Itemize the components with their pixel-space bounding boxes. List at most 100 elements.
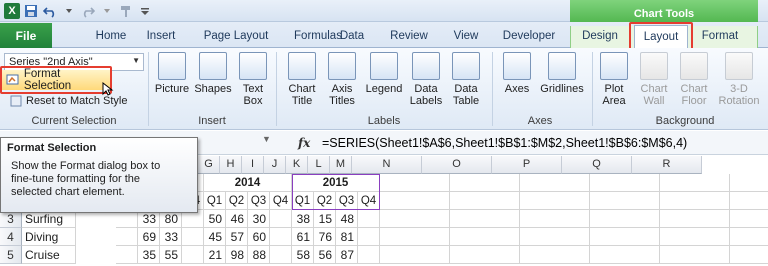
shapes-button[interactable]: Shapes xyxy=(194,52,232,95)
picture-button[interactable]: Picture xyxy=(153,52,191,95)
column-header[interactable]: O xyxy=(422,156,492,174)
data-cell[interactable] xyxy=(182,246,204,264)
data-labels-button[interactable]: Data Labels xyxy=(406,52,446,107)
column-header[interactable]: H xyxy=(220,156,242,174)
data-cell[interactable]: 46 xyxy=(226,210,248,228)
format-painter-icon[interactable] xyxy=(118,3,134,19)
empty-cell[interactable] xyxy=(660,192,730,210)
data-cell[interactable]: 35 xyxy=(138,246,160,264)
chart-wall-button[interactable]: Chart Wall xyxy=(636,52,672,107)
data-cell[interactable]: 60 xyxy=(248,228,270,246)
empty-cell[interactable] xyxy=(450,192,520,210)
year-2014-header[interactable]: 2014 xyxy=(204,174,292,192)
data-cell[interactable]: 87 xyxy=(336,246,358,264)
empty-cell[interactable] xyxy=(730,246,768,264)
tab-view[interactable]: View xyxy=(446,25,486,47)
row-label-cell[interactable]: Cruise xyxy=(22,246,76,264)
quarter-header-cell[interactable]: Q3 xyxy=(248,192,270,210)
data-cell[interactable]: 50 xyxy=(204,210,226,228)
data-cell[interactable]: 30 xyxy=(248,210,270,228)
column-header[interactable]: N xyxy=(352,156,422,174)
axes-button[interactable]: Axes xyxy=(498,52,536,95)
data-cell[interactable] xyxy=(270,228,292,246)
insert-function-icon[interactable]: fx xyxy=(298,136,310,150)
reset-to-match-style-button[interactable]: Reset to Match Style xyxy=(10,95,128,107)
column-header[interactable]: G xyxy=(198,156,220,174)
empty-cell[interactable] xyxy=(520,192,590,210)
empty-cell[interactable] xyxy=(660,210,730,228)
data-cell[interactable]: 61 xyxy=(292,228,314,246)
gridlines-button[interactable]: Gridlines xyxy=(538,52,586,95)
formula-input[interactable]: =SERIES(Sheet1!$A$6,Sheet1!$B$1:$M$2,She… xyxy=(322,136,687,150)
quarter-header-cell[interactable]: Q2 xyxy=(226,192,248,210)
redo-dropdown-icon[interactable] xyxy=(99,3,115,19)
legend-button[interactable]: Legend xyxy=(362,52,406,95)
empty-cell[interactable] xyxy=(520,210,590,228)
data-cell[interactable] xyxy=(358,246,380,264)
empty-cell[interactable] xyxy=(660,174,730,192)
empty-cell[interactable] xyxy=(380,246,450,264)
column-header[interactable]: M xyxy=(330,156,352,174)
empty-cell[interactable] xyxy=(590,192,660,210)
row-header[interactable]: 4 xyxy=(0,228,22,246)
data-cell[interactable]: 15 xyxy=(314,210,336,228)
quarter-header-cell[interactable]: Q1 xyxy=(204,192,226,210)
empty-cell[interactable] xyxy=(730,210,768,228)
data-cell[interactable]: 58 xyxy=(292,246,314,264)
data-cell[interactable] xyxy=(182,228,204,246)
tab-insert[interactable]: Insert xyxy=(136,25,186,47)
axis-titles-button[interactable]: Axis Titles xyxy=(322,52,362,107)
empty-cell[interactable] xyxy=(730,228,768,246)
tab-developer[interactable]: Developer xyxy=(494,25,564,47)
column-header[interactable]: K xyxy=(286,156,308,174)
empty-cell[interactable] xyxy=(450,210,520,228)
data-cell[interactable]: 21 xyxy=(204,246,226,264)
data-cell[interactable] xyxy=(358,228,380,246)
data-cell[interactable]: 55 xyxy=(160,246,182,264)
data-cell[interactable]: 81 xyxy=(336,228,358,246)
empty-cell[interactable] xyxy=(590,174,660,192)
tab-page-layout[interactable]: Page Layout xyxy=(196,25,276,47)
empty-cell[interactable] xyxy=(380,228,450,246)
tab-format[interactable]: Format xyxy=(698,25,742,47)
empty-cell[interactable] xyxy=(590,246,660,264)
redo-icon[interactable] xyxy=(80,3,96,19)
empty-cell[interactable] xyxy=(660,228,730,246)
empty-cell[interactable] xyxy=(450,246,520,264)
tab-data[interactable]: Data xyxy=(332,25,372,47)
data-cell[interactable] xyxy=(270,246,292,264)
empty-cell[interactable] xyxy=(660,246,730,264)
empty-cell[interactable] xyxy=(730,174,768,192)
data-cell[interactable] xyxy=(116,228,138,246)
empty-cell[interactable] xyxy=(730,192,768,210)
empty-cell[interactable] xyxy=(520,246,590,264)
plot-area-button[interactable]: Plot Area xyxy=(596,52,632,107)
data-cell[interactable]: 38 xyxy=(292,210,314,228)
row-label-cell[interactable]: Diving xyxy=(22,228,76,246)
tab-review[interactable]: Review xyxy=(384,25,434,47)
data-cell[interactable]: 88 xyxy=(248,246,270,264)
text-box-button[interactable]: Text Box xyxy=(236,52,270,107)
customize-qat-icon[interactable] xyxy=(137,3,153,19)
formula-bar-dropdown-icon[interactable]: ▼ xyxy=(262,134,271,144)
empty-cell[interactable] xyxy=(520,174,590,192)
tab-file[interactable]: File xyxy=(0,23,52,48)
data-cell[interactable]: 45 xyxy=(204,228,226,246)
undo-icon[interactable] xyxy=(42,3,58,19)
undo-dropdown-icon[interactable] xyxy=(61,3,77,19)
quarter-header-cell[interactable]: Q4 xyxy=(270,192,292,210)
column-header[interactable]: Q xyxy=(562,156,632,174)
column-header[interactable]: P xyxy=(492,156,562,174)
data-cell[interactable]: 48 xyxy=(336,210,358,228)
data-table-button[interactable]: Data Table xyxy=(446,52,486,107)
chart-title-button[interactable]: Chart Title xyxy=(282,52,322,107)
data-cell[interactable]: 76 xyxy=(314,228,336,246)
data-cell[interactable] xyxy=(270,210,292,228)
data-cell[interactable] xyxy=(116,246,138,264)
empty-cell[interactable] xyxy=(590,228,660,246)
empty-cell[interactable] xyxy=(380,210,450,228)
data-cell[interactable] xyxy=(358,210,380,228)
tab-home[interactable]: Home xyxy=(86,25,136,47)
row-header[interactable]: 5 xyxy=(0,246,22,264)
save-icon[interactable] xyxy=(23,3,39,19)
